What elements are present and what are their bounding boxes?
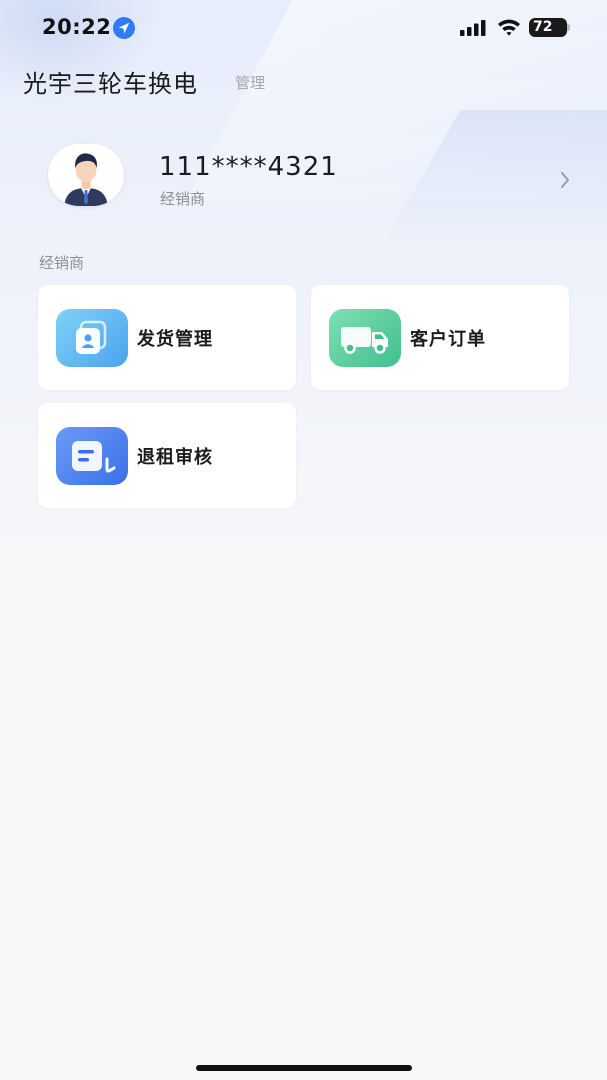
section-label: 经销商 — [39, 254, 85, 272]
home-indicator[interactable] — [196, 1065, 412, 1071]
delivery-truck-icon — [329, 309, 401, 367]
battery-icon: 72 — [529, 18, 567, 37]
page-subtitle: 管理 — [235, 74, 266, 92]
menu-card-shipping[interactable]: 发货管理 — [38, 285, 296, 390]
menu-card-orders[interactable]: 客户订单 — [311, 285, 569, 390]
wifi-icon — [497, 17, 521, 37]
shipping-card-icon — [56, 309, 128, 367]
menu-card-label: 客户订单 — [410, 329, 486, 350]
battery-tip — [567, 24, 570, 31]
avatar[interactable] — [48, 144, 124, 206]
cellular-signal-icon — [459, 20, 489, 36]
location-arrow-icon — [112, 16, 136, 40]
chevron-right-icon[interactable] — [558, 170, 572, 190]
screen: 20:22 72 光宇三轮车换电 管理 111****4321 经销商 经销商 … — [0, 0, 607, 1080]
phone-number: 111****4321 — [159, 152, 338, 182]
page-title: 光宇三轮车换电 — [23, 70, 198, 98]
role-label: 经销商 — [160, 190, 206, 208]
menu-card-label: 退租审核 — [137, 447, 213, 468]
menu-card-return-review[interactable]: 退租审核 — [38, 403, 296, 508]
menu-card-label: 发货管理 — [137, 329, 213, 350]
document-review-icon — [56, 427, 128, 485]
status-bar: 20:22 72 — [0, 0, 607, 56]
profile-row[interactable]: 111****4321 经销商 — [0, 140, 607, 220]
status-time: 20:22 — [42, 15, 112, 39]
businessman-avatar-icon — [64, 153, 108, 206]
